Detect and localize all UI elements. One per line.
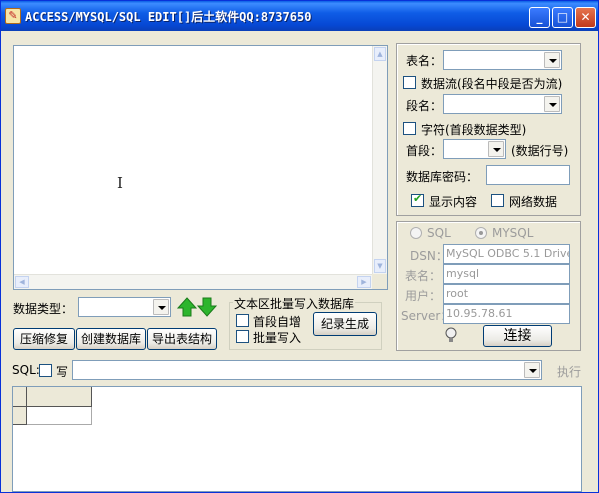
conn-table-input[interactable]: mysql	[443, 264, 570, 284]
row-number-label: (数据行号)	[511, 144, 569, 158]
char-type-label: 字符(首段数据类型)	[421, 123, 527, 137]
db-type-select[interactable]	[78, 297, 171, 317]
dsn-input[interactable]: MySQL ODBC 5.1 Driver	[443, 244, 570, 264]
data-grid[interactable]	[12, 386, 582, 492]
char-type-checkbox[interactable]	[403, 122, 416, 135]
user-label: 用户：	[405, 289, 442, 303]
minimize-button[interactable]: _	[529, 7, 550, 28]
scroll-left-icon[interactable]: ◀	[15, 276, 29, 288]
sql-radio-label: SQL	[427, 226, 451, 240]
scroll-up-icon[interactable]: ▲	[374, 47, 386, 61]
table-name-select[interactable]	[443, 50, 562, 70]
field-name-label: 段名：	[406, 99, 443, 113]
execute-button[interactable]: 执行	[557, 363, 581, 380]
chevron-down-icon[interactable]	[524, 362, 540, 378]
generate-records-button[interactable]: 纪录生成	[313, 312, 377, 336]
batch-group-title: 文本区批量写入数据库	[233, 295, 356, 312]
show-content-label: 显示内容	[429, 195, 478, 209]
user-input[interactable]: root	[443, 284, 570, 304]
scroll-right-icon[interactable]: ▶	[357, 276, 371, 288]
write-label: 写	[56, 365, 69, 379]
scroll-corner	[372, 274, 387, 289]
window-title: ACCESS/MYSQL/SQL EDIT[]后土软件QQ:8737650	[25, 10, 312, 24]
sql-checkbox[interactable]	[39, 364, 52, 377]
export-table-structure-button[interactable]: 导出表结构	[147, 328, 217, 350]
main-window: ✎ ACCESS/MYSQL/SQL EDIT[]后土软件QQ:8737650 …	[0, 0, 599, 493]
chevron-down-icon[interactable]	[153, 299, 169, 315]
sql-label: SQL:	[12, 363, 40, 377]
connect-button[interactable]: 连接	[483, 325, 552, 347]
chevron-down-icon[interactable]	[544, 52, 560, 68]
mysql-radio-label: MYSQL	[492, 226, 534, 240]
field-name-select[interactable]	[443, 94, 562, 114]
lightbulb-icon	[444, 327, 458, 345]
network-data-label: 网络数据	[509, 195, 558, 209]
datastream-checkbox[interactable]	[403, 76, 416, 89]
datastream-label: 数据流(段名中段是否为流)	[421, 77, 563, 91]
grid-cell[interactable]	[27, 407, 92, 425]
app-icon: ✎	[5, 8, 21, 24]
chevron-down-icon[interactable]	[544, 96, 560, 112]
grid-column-header[interactable]	[27, 387, 92, 407]
title-bar[interactable]: ✎ ACCESS/MYSQL/SQL EDIT[]后土软件QQ:8737650 …	[1, 1, 598, 31]
grid-row-header[interactable]	[13, 407, 27, 425]
first-field-label: 首段：	[406, 144, 443, 158]
sql-radio[interactable]	[410, 227, 422, 239]
mysql-radio[interactable]	[475, 227, 487, 239]
batch-write-checkbox[interactable]	[236, 330, 249, 343]
show-content-checkbox[interactable]	[411, 192, 424, 207]
move-up-icon[interactable]	[176, 297, 198, 317]
conn-table-label: 表名：	[405, 269, 442, 283]
compress-repair-button[interactable]: 压缩修复	[13, 328, 75, 350]
grid-corner-header	[13, 387, 27, 407]
db-password-label: 数据库密码：	[406, 170, 479, 184]
horizontal-scrollbar[interactable]: ◀ ▶	[14, 274, 372, 289]
maximize-button[interactable]: □	[552, 7, 573, 28]
close-button[interactable]: ✕	[575, 7, 596, 28]
text-cursor-icon: I	[117, 174, 123, 192]
text-area[interactable]: ▲ ▼ ◀ ▶ I	[13, 45, 388, 290]
batch-write-label: 批量写入	[253, 331, 302, 345]
create-database-button[interactable]: 创建数据库	[76, 328, 146, 350]
table-name-label: 表名：	[406, 54, 443, 68]
chevron-down-icon[interactable]	[488, 141, 504, 157]
network-data-checkbox[interactable]	[491, 194, 504, 207]
db-type-label: 数据类型：	[13, 302, 74, 316]
scroll-down-icon[interactable]: ▼	[374, 259, 386, 273]
first-field-autoinc-label: 首段自增	[253, 315, 302, 329]
vertical-scrollbar[interactable]: ▲ ▼	[372, 46, 387, 274]
move-down-icon[interactable]	[196, 297, 218, 317]
first-field-select[interactable]	[443, 139, 506, 159]
server-input[interactable]: 10.95.78.61	[443, 304, 570, 324]
first-field-autoinc-checkbox[interactable]	[236, 314, 249, 327]
db-password-input[interactable]	[486, 165, 570, 185]
sql-input[interactable]	[72, 360, 542, 380]
